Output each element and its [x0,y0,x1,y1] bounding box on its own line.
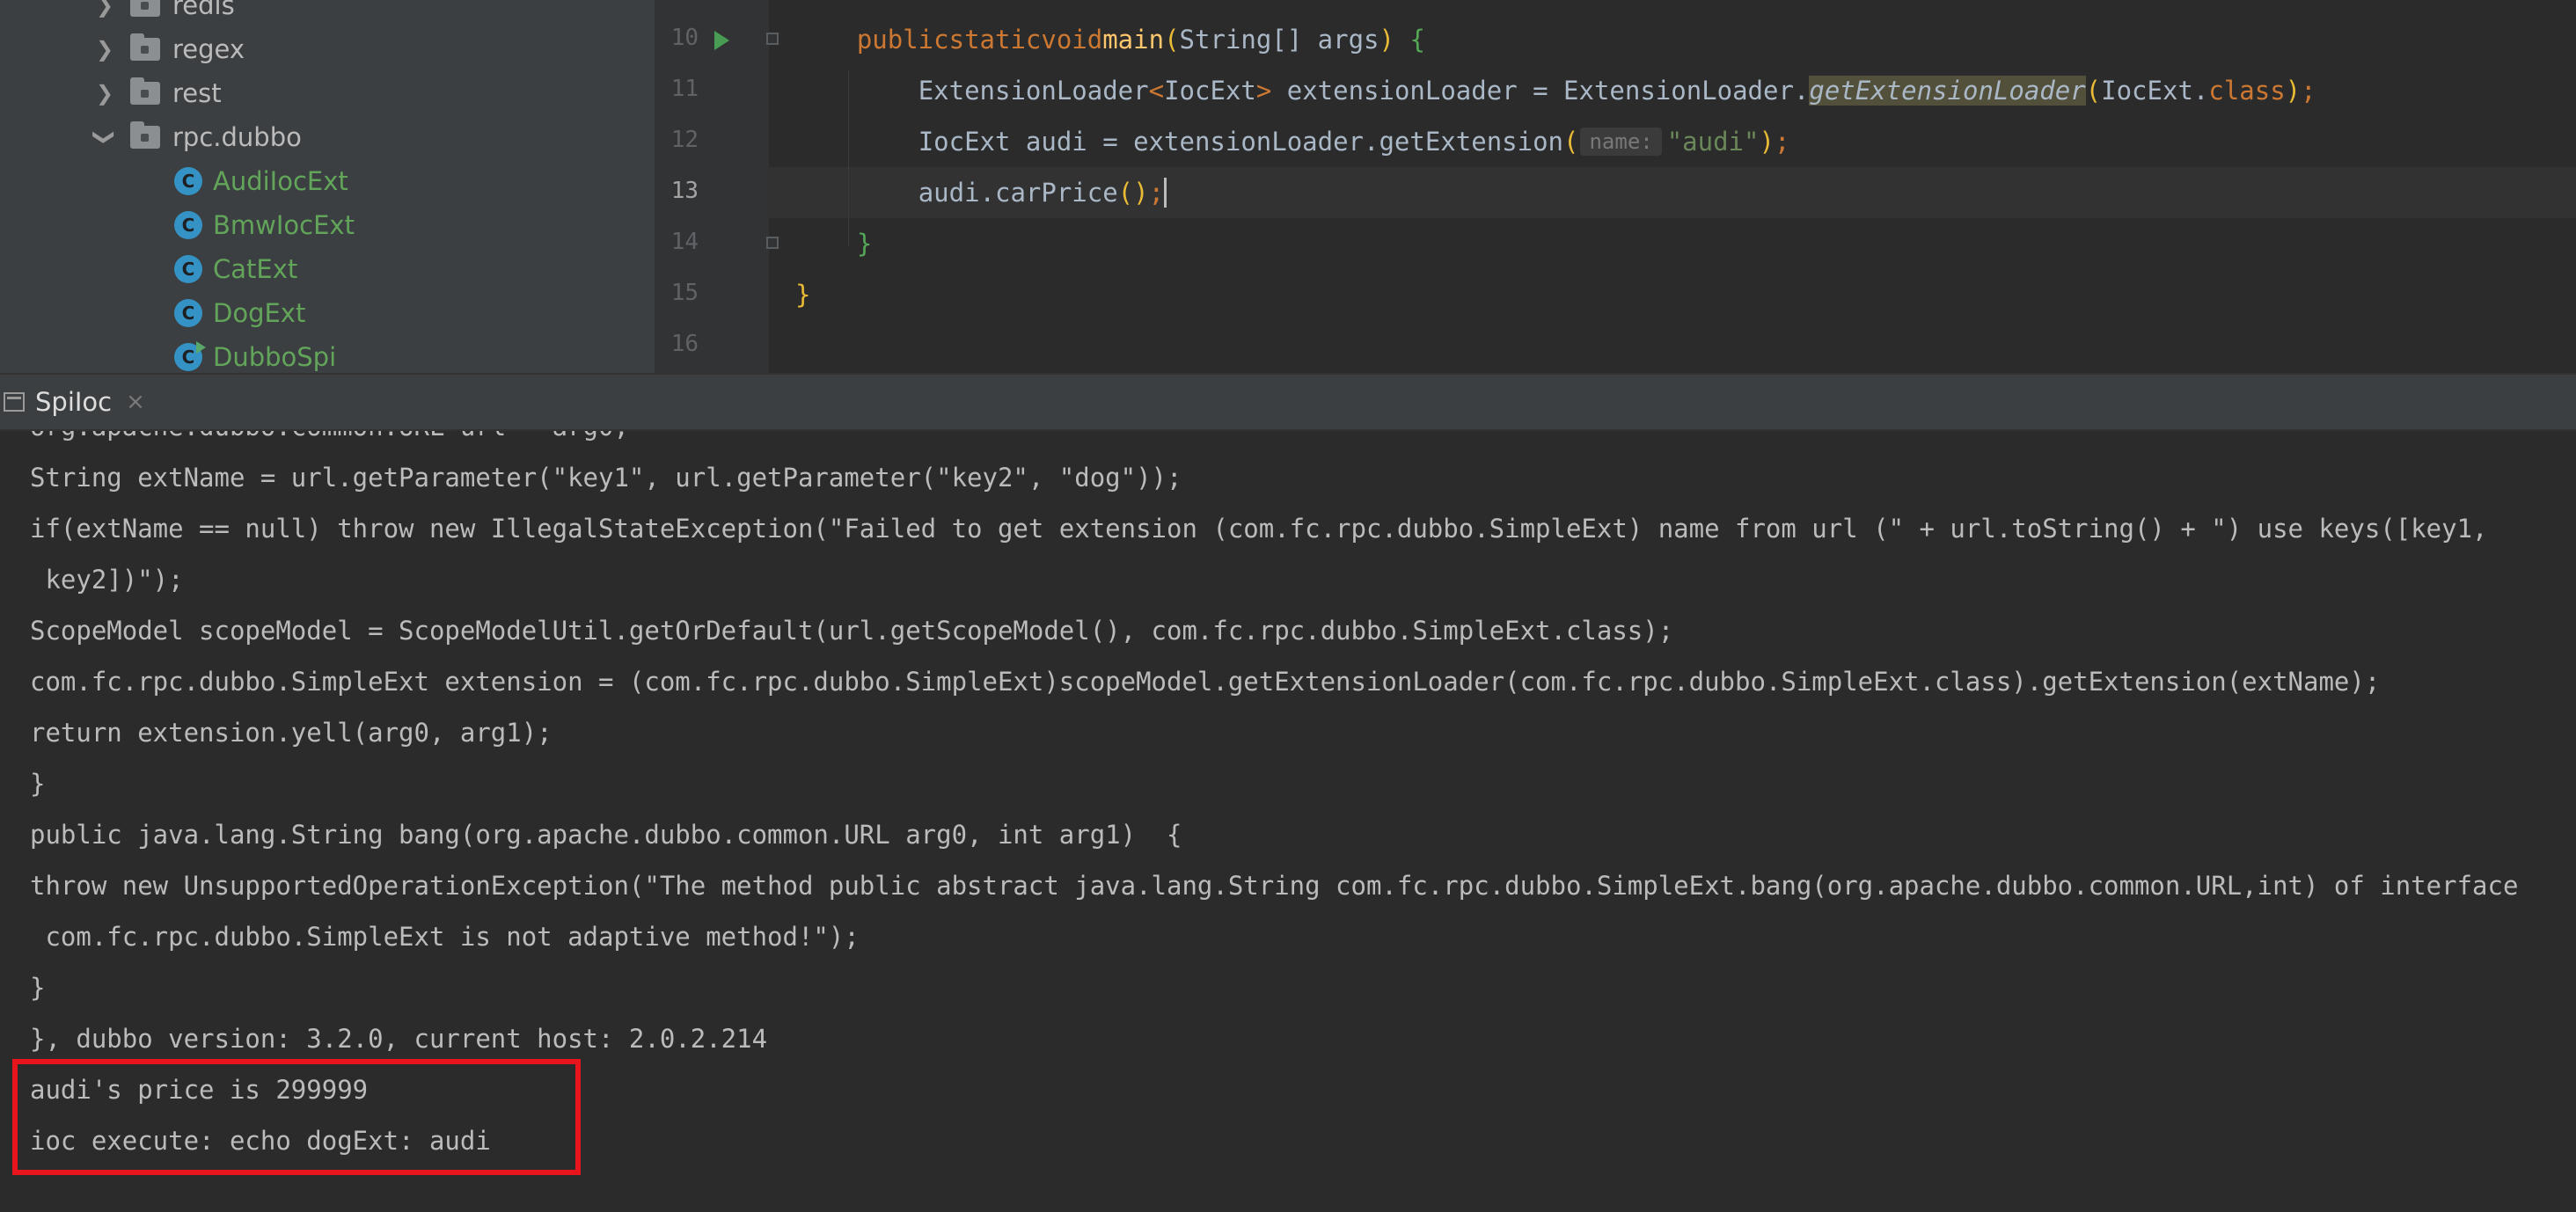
tree-item-label: rest [172,78,222,108]
tab-spiioc[interactable]: SpiIoc × [0,375,145,429]
console-line: com.fc.rpc.dubbo.SimpleExt extension = (… [30,667,2381,697]
console-line: ScopeModel scopeModel = ScopeModelUtil.g… [30,616,1674,646]
tree-item-bmwiocext[interactable]: C BmwIocExt [174,203,355,247]
tree-item-redis[interactable]: ❯ redis [91,0,235,27]
console-line: } [30,973,46,1003]
console-line: throw new UnsupportedOperationException(… [30,871,2519,901]
line-number: 11 [670,76,699,102]
parameter-hint: name: [1580,128,1662,156]
runnable-class-icon: C [174,341,206,371]
class-icon: C [174,167,202,195]
code-line-11: ExtensionLoader < IocExt > extensionLoader … [918,76,2316,106]
package-folder-icon [130,0,160,17]
chevron-right-icon[interactable]: ❯ [91,37,118,62]
tree-item-label: DubboSpi [213,342,337,372]
line-number: 15 [670,280,699,306]
run-tool-window-header: SpiIoc × [0,373,2576,431]
class-icon: C [174,299,202,327]
annotation-highlight-box [12,1059,581,1175]
tree-item-dogext[interactable]: C DogExt [174,291,305,335]
fold-marker-icon[interactable] [766,33,779,45]
code-line-12: IocExt audi = extensionLoader.getExtensi… [918,127,1790,157]
console-line: com.fc.rpc.dubbo.SimpleExt is not adapti… [30,922,860,952]
line-number: 16 [670,331,699,357]
chevron-right-icon[interactable]: ❯ [91,0,118,18]
console-line: return extension.yell(arg0, arg1); [30,718,553,748]
tree-item-rest[interactable]: ❯ rest [91,71,222,115]
line-number: 12 [670,127,699,153]
tree-item-rpc-dubbo[interactable]: ❯ rpc.dubbo [91,115,302,159]
project-tree-panel: ❯ redis ❯ regex ❯ rest ❯ rpc.dubbo C Aud… [0,0,655,373]
package-folder-icon [130,77,160,105]
close-tab-icon[interactable]: × [126,389,145,415]
tab-label: SpiIoc [35,387,113,417]
tree-item-label: BmwIocExt [213,210,355,240]
fold-marker-icon[interactable] [766,237,779,249]
tree-item-label: DogExt [213,298,306,328]
console-line: }, dubbo version: 3.2.0, current host: 2… [30,1024,768,1054]
console-icon [4,392,25,412]
tree-item-label: AudiIocExt [213,166,348,196]
tree-item-label: regex [172,34,245,64]
console-line: org.apache.dubbo.common.URL url = arg0; [30,431,629,452]
tree-item-regex[interactable]: ❯ regex [91,27,245,71]
line-number: 10 [670,25,699,51]
package-folder-icon [130,33,160,61]
code-line-10: public static void main(String[] args) { [856,25,1425,55]
tree-item-label: rpc.dubbo [172,122,302,152]
console-line: key2])"); [30,565,184,595]
editor-gutter: 10 11 12 13 14 15 16 [655,0,779,373]
tree-item-label: CatExt [213,254,298,284]
console-line: String extName = url.getParameter("key1"… [30,463,1182,493]
class-icon: C [174,255,202,283]
code-line-14: } [856,229,873,259]
console-line: } [30,769,46,799]
line-number: 14 [670,229,699,255]
chevron-down-icon[interactable]: ❯ [92,124,117,150]
chevron-right-icon[interactable]: ❯ [91,81,118,106]
run-console-output[interactable]: org.apache.dubbo.common.URL url = arg0; … [0,431,2576,1212]
console-line: public java.lang.String bang(org.apache.… [30,820,1182,850]
class-icon: C [174,211,202,239]
tree-item-catext[interactable]: C CatExt [174,247,297,291]
code-line-15: } [795,280,811,310]
code-editor[interactable]: 10 11 12 13 14 15 16 public static void … [655,0,2576,373]
code-line-13: audi.carPrice(); [795,167,1167,218]
run-gutter-icon[interactable] [714,31,729,50]
line-number-current: 13 [670,178,699,204]
text-caret [1164,178,1167,208]
package-folder-icon [130,121,160,149]
tree-item-dubbospi[interactable]: C DubboSpi [174,335,336,373]
tree-item-label: redis [172,0,235,20]
console-line: if(extName == null) throw new IllegalSta… [30,514,2488,544]
tree-item-audiiocext[interactable]: C AudiIocExt [174,159,348,203]
